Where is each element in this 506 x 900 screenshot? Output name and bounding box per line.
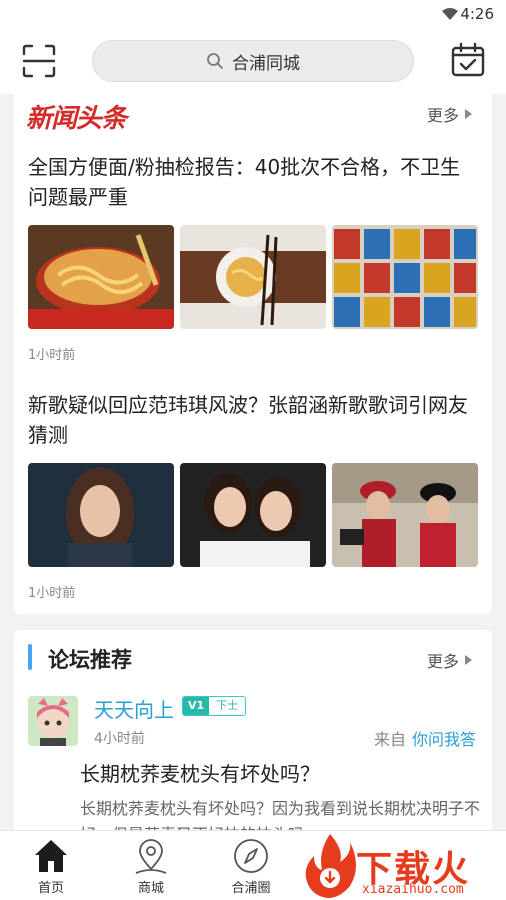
noodle-cup-image <box>28 225 174 329</box>
post-username[interactable]: 天天向上 <box>94 694 174 723</box>
vip-badge: V1 <box>183 697 210 715</box>
news-article-time: 1小时前 <box>28 586 76 601</box>
post-source-label: 来自 <box>373 730 406 749</box>
post-source: 来自 你问我答 <box>374 726 476 750</box>
rank-badge: 下士 <box>209 697 246 715</box>
news-article-images[interactable] <box>28 225 478 329</box>
chevron-right-icon <box>465 655 472 665</box>
status-time: 4:26 <box>460 5 494 23</box>
search-input[interactable]: 合浦同城 <box>92 40 414 82</box>
calendar-check-icon[interactable] <box>450 42 486 78</box>
news-card: 新闻头条 更多 全国方便面/粉抽检报告：40批次不合格，不卫生问题最严重 1小时… <box>14 94 492 614</box>
two-women-photo-image <box>180 463 326 567</box>
news-article-title[interactable]: 全国方便面/粉抽检报告：40批次不合格，不卫生问题最严重 <box>28 152 478 212</box>
post-time: 4小时前 <box>94 731 145 747</box>
noodle-shelf-image <box>332 225 478 329</box>
post-title[interactable]: 长期枕荞麦枕头有坏处吗？ <box>80 758 320 787</box>
watermark-logo: 下载火 xiazaihuo.com <box>296 830 506 900</box>
location-icon <box>135 839 167 874</box>
chevron-right-icon <box>465 109 472 119</box>
news-headline-logo: 新闻头条 <box>26 104 127 134</box>
tab-hepu-circle-label: 合浦圈 <box>231 881 271 896</box>
wifi-icon <box>442 8 458 20</box>
tab-home-label: 首页 <box>37 881 64 896</box>
tab-home[interactable]: 首页 <box>6 835 96 899</box>
avatar[interactable] <box>28 696 78 746</box>
status-bar: 4:26 <box>0 0 506 28</box>
tab-mall[interactable]: 商城 <box>106 835 196 899</box>
tab-mall-label: 商城 <box>137 881 164 896</box>
scan-icon[interactable] <box>22 44 56 78</box>
forum-more-link[interactable]: 更多 <box>427 648 472 672</box>
forum-section-title: 论坛推荐 <box>48 648 132 672</box>
forum-title-accent <box>28 644 32 670</box>
band-photo-image <box>332 463 478 567</box>
tab-hepu-circle[interactable]: 合浦圈 <box>206 835 296 899</box>
news-more-link[interactable]: 更多 <box>427 102 472 126</box>
singer-portrait-image <box>28 463 174 567</box>
forum-more-label: 更多 <box>426 652 459 671</box>
news-article-title[interactable]: 新歌疑似回应范玮琪风波？张韶涵新歌歌词引网友猜测 <box>28 390 478 450</box>
search-placeholder: 合浦同城 <box>232 53 300 74</box>
post-source-link[interactable]: 你问我答 <box>412 730 476 749</box>
news-more-label: 更多 <box>426 106 459 125</box>
search-icon <box>207 53 223 69</box>
flame-logo-icon <box>305 834 356 898</box>
home-icon <box>35 840 67 872</box>
news-article-images[interactable] <box>28 463 478 567</box>
noodles-chopsticks-image <box>180 225 326 329</box>
compass-icon <box>234 839 268 873</box>
news-article-time: 1小时前 <box>28 348 76 363</box>
watermark-url: xiazaihuo.com <box>362 882 464 897</box>
user-level-badge: V1 下士 <box>182 696 247 716</box>
app-bar: 合浦同城 <box>0 28 506 94</box>
